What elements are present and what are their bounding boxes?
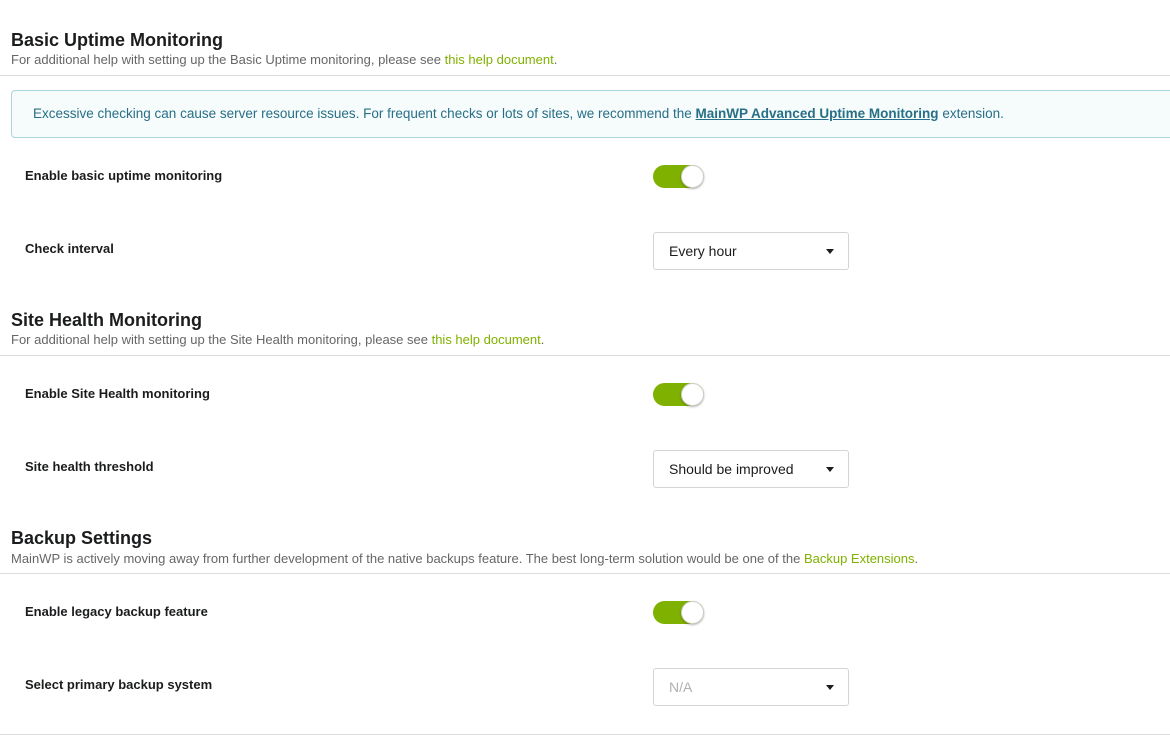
- health-section-title: Site Health Monitoring: [11, 310, 202, 330]
- enable-health-label: Enable Site Health monitoring: [25, 386, 210, 401]
- health-threshold-label: Site health threshold: [25, 459, 154, 474]
- uptime-divider: [0, 75, 1170, 76]
- backup-extensions-link[interactable]: Backup Extensions: [804, 551, 915, 566]
- backup-divider: [0, 573, 1170, 574]
- backup-section-description: MainWP is actively moving away from furt…: [11, 551, 918, 566]
- toggle-knob: [681, 601, 704, 624]
- uptime-section-description: For additional help with setting up the …: [11, 52, 557, 67]
- health-desc-text: For additional help with setting up the …: [11, 332, 432, 347]
- caret-down-icon: [826, 249, 834, 254]
- backup-desc-suffix: .: [914, 551, 919, 566]
- enable-health-toggle[interactable]: [653, 383, 704, 406]
- check-interval-label: Check interval: [25, 241, 114, 256]
- enable-backup-toggle[interactable]: [653, 601, 704, 624]
- enable-uptime-label: Enable basic uptime monitoring: [25, 168, 223, 183]
- primary-backup-select: N/A: [653, 668, 849, 706]
- primary-backup-label: Select primary backup system: [25, 677, 213, 692]
- health-desc-suffix: .: [540, 332, 545, 347]
- toggle-knob: [681, 383, 704, 406]
- enable-uptime-toggle[interactable]: [653, 165, 704, 188]
- uptime-section-title: Basic Uptime Monitoring: [11, 30, 224, 50]
- check-interval-select[interactable]: Every hour: [653, 232, 849, 270]
- enable-backup-label: Enable legacy backup feature: [25, 604, 208, 619]
- notice-text: Excessive checking can cause server reso…: [33, 106, 696, 121]
- health-threshold-select[interactable]: Should be improved: [653, 450, 849, 488]
- advanced-uptime-link[interactable]: MainWP Advanced Uptime Monitoring: [696, 106, 939, 121]
- caret-down-icon: [826, 467, 834, 472]
- primary-backup-value: N/A: [669, 679, 693, 695]
- health-help-link[interactable]: this help document: [432, 332, 541, 347]
- health-threshold-value: Should be improved: [669, 461, 794, 477]
- toggle-knob: [681, 165, 704, 188]
- bottom-divider: [0, 734, 1170, 735]
- notice-suffix: extension.: [938, 106, 1004, 121]
- uptime-help-link[interactable]: this help document: [445, 52, 554, 67]
- backup-section-title: Backup Settings: [11, 528, 153, 548]
- uptime-desc-suffix: .: [553, 52, 558, 67]
- caret-down-icon: [826, 685, 834, 690]
- health-divider: [0, 355, 1170, 356]
- uptime-desc-text: For additional help with setting up the …: [11, 52, 445, 67]
- backup-desc-text: MainWP is actively moving away from furt…: [11, 551, 804, 566]
- uptime-notice: Excessive checking can cause server reso…: [11, 90, 1170, 138]
- health-section-description: For additional help with setting up the …: [11, 332, 544, 347]
- check-interval-value: Every hour: [669, 243, 737, 259]
